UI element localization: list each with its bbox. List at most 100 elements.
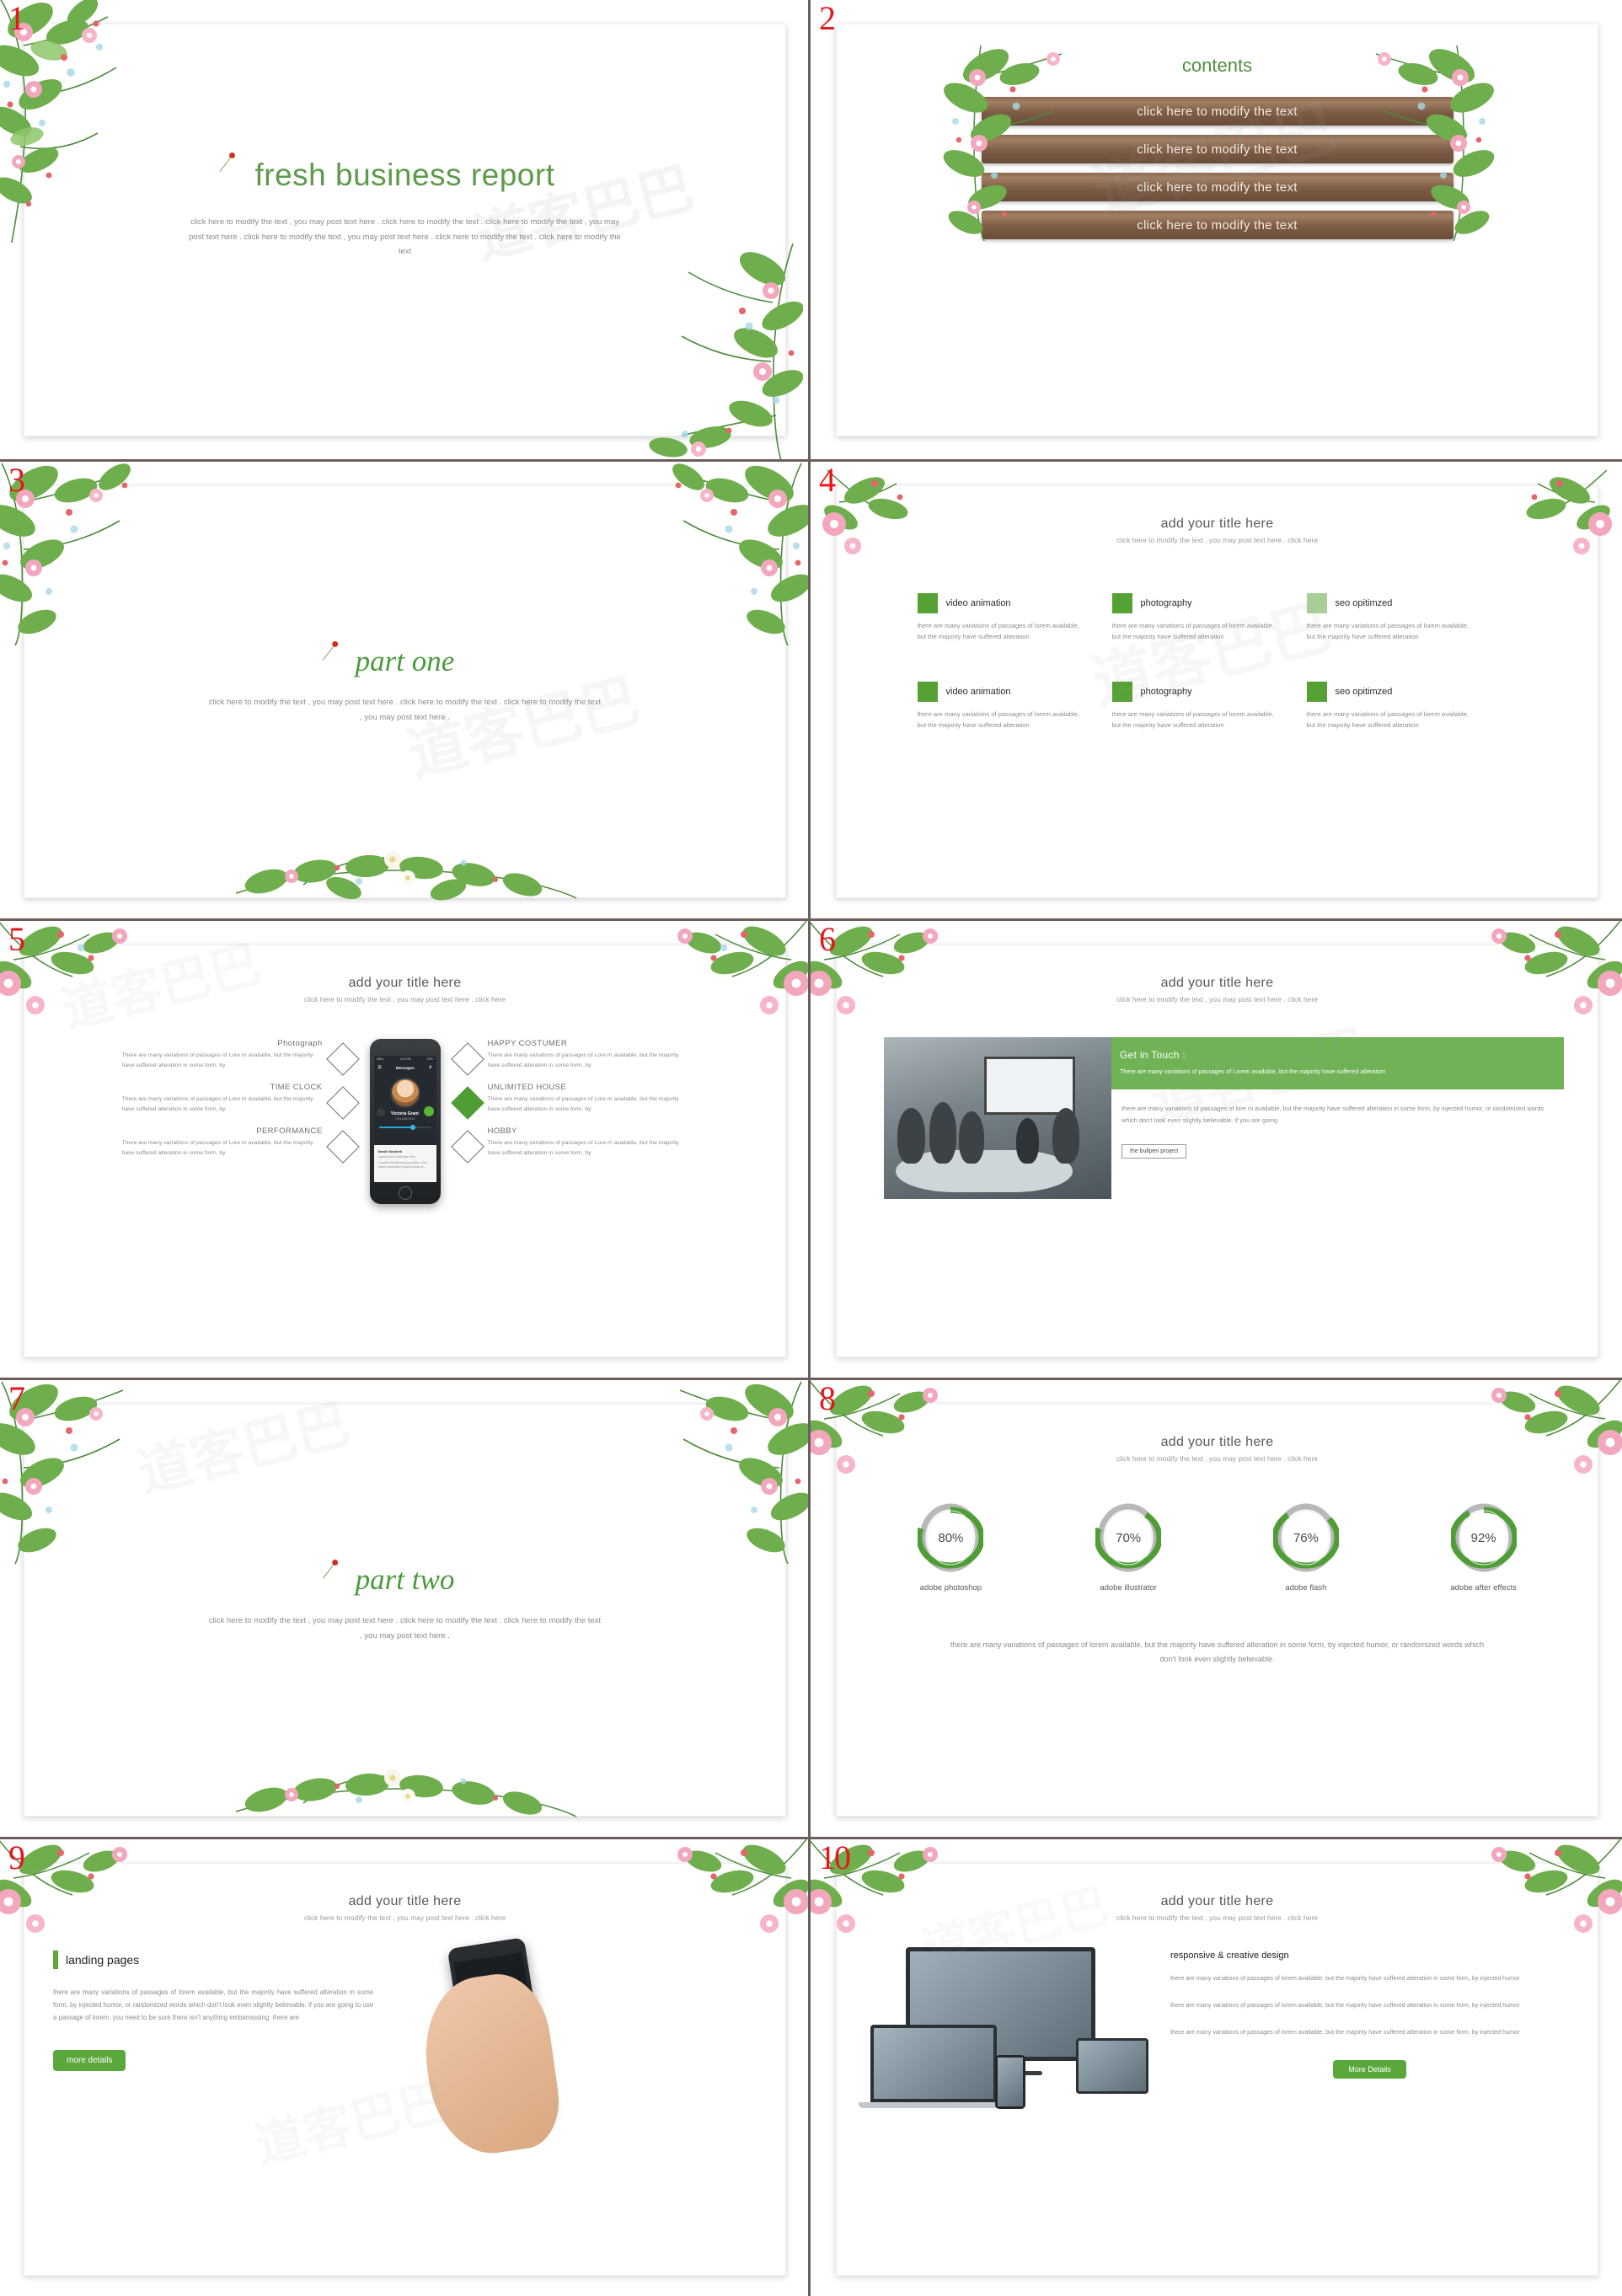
slide-1-body: click here to modify the text , you may … bbox=[189, 217, 621, 257]
slide-6-subtitle: click here to modify the text , you may … bbox=[1116, 995, 1319, 1003]
play-icon[interactable] bbox=[423, 1106, 434, 1116]
seo-optimized-icon bbox=[1306, 593, 1327, 613]
feature-item[interactable]: photography there are many variations of… bbox=[1111, 593, 1285, 643]
donut-label: adobe flash bbox=[1285, 1583, 1327, 1592]
feature-item[interactable]: HOBBY There are many variations of passa… bbox=[450, 1127, 688, 1164]
contents-item-1[interactable]: click here to modify the text bbox=[981, 97, 1453, 126]
slide-7-body: click here to modify the text , you may … bbox=[208, 1616, 602, 1640]
more-details-button[interactable]: More Details bbox=[1333, 2060, 1406, 2079]
feature-item[interactable]: seo opitimzed there are many variations … bbox=[1306, 593, 1480, 643]
get-in-touch-band: Get in Touch : There are many variations… bbox=[1106, 1037, 1564, 1089]
message-card[interactable]: Daniel Sandvik Ligula Quam Vestibulum Se… bbox=[373, 1145, 436, 1182]
more-details-button[interactable]: more details bbox=[53, 2049, 126, 2071]
slide-cell-5: 5 add your title here click here to modi… bbox=[0, 918, 811, 1378]
donut-value: 92% bbox=[1470, 1530, 1496, 1545]
chart-footer: there are many variations of passages of… bbox=[950, 1640, 1485, 1663]
feature-item[interactable]: video animation there are many variation… bbox=[917, 681, 1090, 731]
donut-chart: 80% bbox=[918, 1501, 984, 1574]
donut-value: 70% bbox=[1116, 1530, 1142, 1545]
slide-8[interactable]: add your title here click here to modify… bbox=[836, 1404, 1598, 1817]
phone-status-bar: BELL 4:21 PM 22% bbox=[374, 1056, 436, 1062]
feature-item[interactable]: PERFORMANCE There are many variations of… bbox=[122, 1127, 360, 1164]
band-body: There are many variations of passages of… bbox=[1120, 1068, 1386, 1075]
slide-9[interactable]: add your title here click here to modify… bbox=[24, 1863, 786, 2276]
presentation-screen bbox=[983, 1057, 1075, 1116]
slide-5[interactable]: add your title here click here to modify… bbox=[24, 945, 786, 1357]
hamburger-menu-icon[interactable]: ☰ bbox=[378, 1065, 382, 1070]
person bbox=[897, 1108, 925, 1164]
slide-5-title: add your title here bbox=[348, 976, 462, 990]
slide-3-title: part one bbox=[355, 645, 455, 677]
slide-4[interactable]: add your title here click here to modify… bbox=[836, 485, 1598, 898]
diamond-icon bbox=[450, 1042, 484, 1076]
slide-6[interactable]: add your title here click here to modify… bbox=[836, 945, 1598, 1357]
slide-7[interactable]: part two click here to modify the text ,… bbox=[24, 1404, 786, 1817]
feature-item[interactable]: Photograph There are many variations of … bbox=[121, 1039, 360, 1076]
slide-grid: 1 fresh business report click here to mo… bbox=[0, 0, 1622, 2296]
donut-item: 92% adobe after effects bbox=[1421, 1501, 1547, 1592]
slide-5-subtitle: click here to modify the text , you may … bbox=[303, 995, 506, 1003]
feature-item[interactable]: UNLIMITED HOUSE There are many variation… bbox=[450, 1083, 688, 1120]
phone-mockup: BELL 4:21 PM 22% ☰ Messages ⚲ Victoria G… bbox=[369, 1039, 441, 1204]
feature-heading: UNLIMITED HOUSE bbox=[487, 1083, 567, 1092]
slide-3[interactable]: part one click here to modify the text ,… bbox=[24, 485, 786, 898]
feature-body: There are many variations of passages of… bbox=[121, 1052, 313, 1068]
accent-bar bbox=[53, 1951, 58, 1969]
photography-icon bbox=[1111, 593, 1132, 613]
slide-number-10: 10 bbox=[819, 1838, 851, 1876]
feature-name: photography bbox=[1140, 686, 1192, 697]
slide-cell-2: 2 contents click here to modify the text… bbox=[811, 0, 1622, 459]
feature-heading: HOBBY bbox=[487, 1127, 517, 1136]
slide-cell-4: 4 add your title here click here to modi… bbox=[811, 459, 1622, 918]
feature-name: seo opitimzed bbox=[1335, 686, 1393, 697]
feature-item[interactable]: seo opitimzed there are many variations … bbox=[1306, 681, 1480, 731]
feature-row-1: video animation there are many variation… bbox=[917, 593, 1518, 643]
phone-device bbox=[995, 2055, 1025, 2109]
contents-item-4[interactable]: click here to modify the text bbox=[981, 211, 1453, 239]
feature-row-2: video animation there are many variation… bbox=[917, 681, 1518, 731]
slide-cell-6: 6 add your title here click here to modi… bbox=[811, 918, 1622, 1378]
feature-body: there are many variations of passages of… bbox=[917, 622, 1079, 641]
feature-item[interactable]: TIME CLOCK There are many variations of … bbox=[122, 1083, 360, 1120]
feature-name: video animation bbox=[945, 686, 1011, 697]
playback-slider[interactable] bbox=[378, 1125, 431, 1130]
slide-2-title: contents bbox=[1181, 55, 1253, 76]
search-icon[interactable]: ⚲ bbox=[429, 1065, 431, 1070]
slide-10[interactable]: add your title here click here to modify… bbox=[836, 1863, 1598, 2276]
chart-subtitle: click here to modify the text , you may … bbox=[1116, 1454, 1319, 1463]
donut-chart: 76% bbox=[1272, 1501, 1339, 1574]
slide-3-body: click here to modify the text , you may … bbox=[208, 698, 602, 722]
feature-body: There are many variations of passages of… bbox=[487, 1140, 679, 1156]
slide-1[interactable]: fresh business report click here to modi… bbox=[24, 24, 786, 436]
feature-body: There are many variations of passages of… bbox=[487, 1096, 679, 1112]
feature-body: there are many variations of passages of… bbox=[1111, 709, 1274, 729]
slide-number-2: 2 bbox=[819, 0, 836, 37]
meeting-photo bbox=[884, 1037, 1111, 1199]
tablet-device bbox=[1076, 2038, 1148, 2094]
message-subject: Ligula Quam Vestibulum Sem bbox=[377, 1155, 416, 1159]
donut-value: 76% bbox=[1293, 1530, 1319, 1545]
contents-item-2[interactable]: click here to modify the text bbox=[981, 135, 1453, 163]
pin-icon bbox=[320, 641, 342, 663]
back-icon[interactable] bbox=[376, 1108, 385, 1116]
slide-2[interactable]: contents click here to modify the text c… bbox=[836, 24, 1598, 436]
slide-number-9: 9 bbox=[8, 1838, 25, 1876]
hand bbox=[415, 1967, 565, 2161]
feature-name: photography bbox=[1140, 598, 1192, 608]
feature-name: seo opitimzed bbox=[1335, 598, 1393, 608]
diamond-icon bbox=[450, 1130, 484, 1164]
bullpen-project-button[interactable]: the bullpen project bbox=[1121, 1143, 1187, 1159]
feature-body: there are many variations of passages of… bbox=[1306, 709, 1469, 729]
feature-item[interactable]: photography there are many variations of… bbox=[1111, 681, 1285, 731]
feature-body: there are many variations of passages of… bbox=[1306, 622, 1469, 641]
diamond-icon bbox=[325, 1042, 360, 1076]
home-button[interactable] bbox=[398, 1186, 412, 1200]
donut-item: 80% adobe photoshop bbox=[887, 1501, 1014, 1592]
feature-item[interactable]: video animation there are many variation… bbox=[917, 593, 1090, 643]
slide-cell-10: 10 add your title here click here to mod… bbox=[811, 1837, 1622, 2296]
donut-chart: 92% bbox=[1450, 1501, 1517, 1574]
feature-item[interactable]: HAPPY COSTUMER There are many variations… bbox=[450, 1039, 688, 1076]
contents-item-3[interactable]: click here to modify the text bbox=[981, 173, 1453, 201]
slide-7-title: part two bbox=[355, 1563, 455, 1596]
slide-cell-7: 7 part two click here to modify the text… bbox=[0, 1378, 811, 1837]
